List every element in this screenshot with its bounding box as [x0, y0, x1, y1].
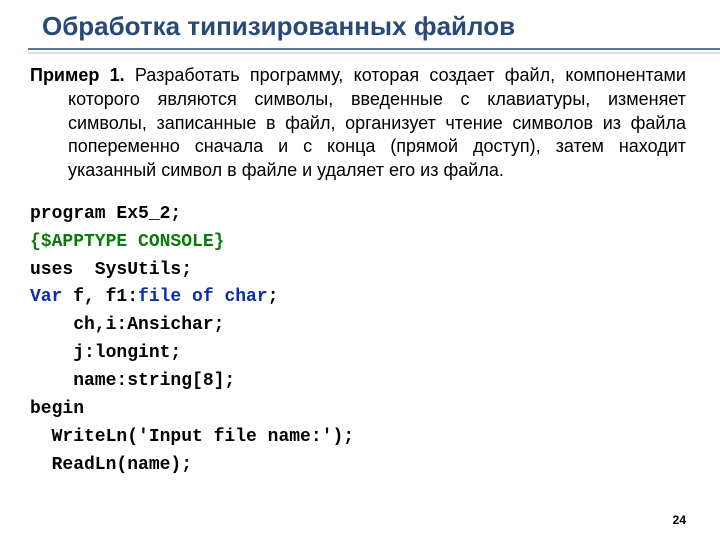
example-paragraph: Пример 1. Разработать программу, которая… [30, 64, 686, 183]
slide-title: Обработка типизированных файлов [42, 11, 515, 42]
code-line-7: name:string[8]; [30, 371, 235, 391]
example-text: Разработать программу, которая создает ф… [68, 65, 686, 180]
code-line-3: uses SysUtils; [30, 260, 192, 280]
code-line-9: WriteLn('Input file name:'); [30, 427, 354, 447]
page-number: 24 [673, 513, 686, 527]
code-line-10: ReadLn(name); [30, 455, 192, 475]
example-label: Пример 1. [30, 65, 125, 85]
code-line-8: begin [30, 399, 84, 419]
code-line-1: program Ex5_2; [30, 204, 181, 224]
code-line-5: ch,i:Ansichar; [30, 315, 224, 335]
code-line-2: {$APPTYPE CONSOLE} [30, 232, 224, 252]
title-bar: Обработка типизированных файлов [28, 14, 720, 50]
title-underline-shadow [28, 52, 720, 54]
code-line-6: j:longint; [30, 343, 181, 363]
code-line-4: Var f, f1:file of char; [30, 287, 278, 307]
slide-body: Пример 1. Разработать программу, которая… [30, 64, 686, 480]
code-block: program Ex5_2; {$APPTYPE CONSOLE} uses S… [30, 201, 686, 480]
